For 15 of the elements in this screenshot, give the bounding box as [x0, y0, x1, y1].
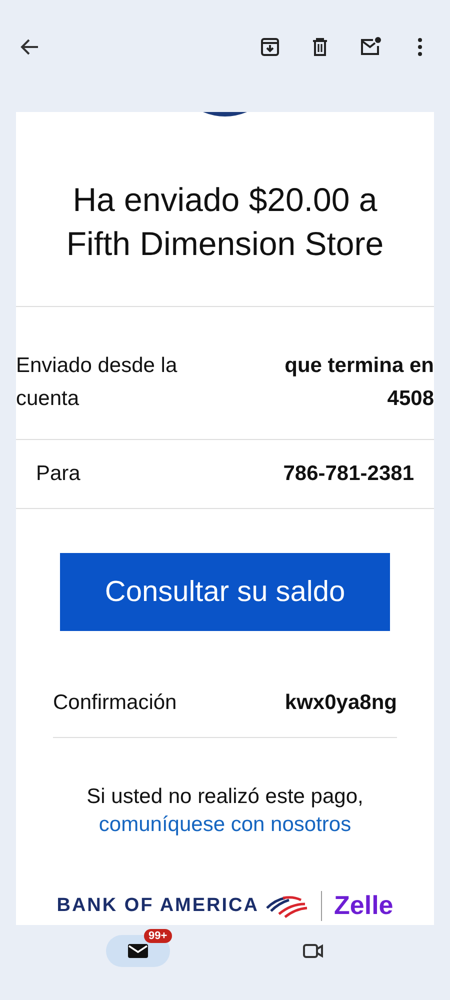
detail-value: 786-781-2381: [283, 461, 414, 487]
detail-label: Enviado desde la cuenta: [16, 353, 178, 412]
confirmation-value: kwx0ya8ng: [284, 691, 397, 715]
notice-text: Si usted no realizó este pago,: [86, 784, 364, 810]
email-headline: Ha enviado $20.00 a Fifth Dimension Store: [16, 118, 434, 307]
partner-name: Zelle: [334, 890, 394, 921]
detail-value: que termina en 4508: [284, 353, 434, 412]
unread-count-badge: 99+: [144, 929, 172, 943]
brand-name: BANK OF AMERICA: [56, 894, 260, 916]
confirmation-label: Confirmación: [53, 691, 177, 715]
detail-label: Para: [36, 461, 80, 487]
flag-logo-icon: [265, 894, 310, 918]
contact-link[interactable]: comuníquese con nosotros: [98, 813, 352, 836]
archive-icon[interactable]: [258, 35, 282, 59]
check-balance-button[interactable]: Consultar su saldo: [60, 553, 390, 631]
